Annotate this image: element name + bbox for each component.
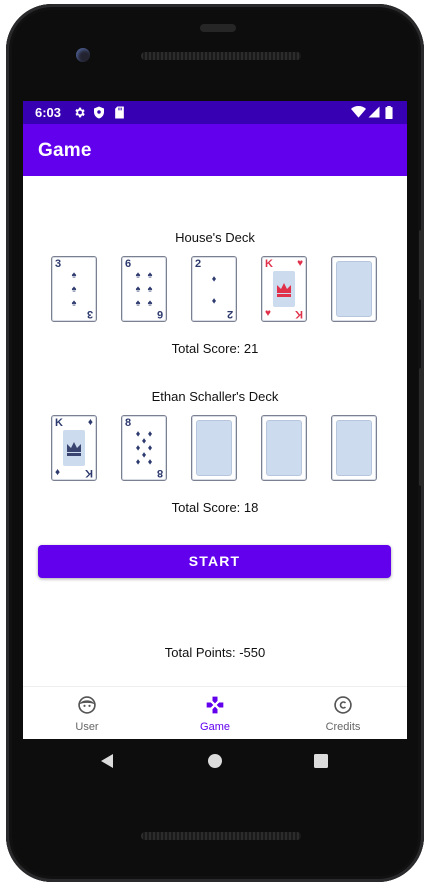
playing-card: 3 3 ♠ ♠ ♠ [51, 256, 97, 322]
home-icon[interactable] [207, 753, 223, 769]
volume-button [419, 368, 424, 486]
card-suit: ♦ [87, 417, 93, 428]
playing-card: K K ♥ ♥ [261, 256, 307, 322]
page-title: Game [38, 140, 92, 161]
house-cards-row: 3 3 ♠ ♠ ♠ 6 6 ♠ ♠ ♠ ♠ ♠ ♠ 2 2 ♦ ♦ K K ♥ ♥ [51, 256, 381, 322]
card-rank: 8 [156, 467, 163, 479]
card-pip: ♦ [135, 456, 141, 467]
player-cards-row: K K ♦ ♦ 8 8 ♦ ♦ ♦ ♦ ♦ ♦ ♦ ♦ [51, 415, 381, 481]
card-pip: ♦ [141, 449, 147, 460]
card-pip: ♦ [135, 428, 141, 439]
face-card-art [63, 430, 85, 466]
nav-item-credits[interactable]: Credits [279, 687, 407, 739]
card-rank: 6 [125, 258, 132, 270]
nav-item-game[interactable]: Game [151, 687, 279, 739]
copyright-icon [334, 696, 352, 714]
card-rank: 2 [195, 258, 202, 270]
card-back [331, 415, 377, 481]
card-suit: ♥ [297, 258, 303, 269]
sd-card-icon [115, 106, 124, 119]
card-back-pattern [266, 420, 302, 476]
back-icon[interactable] [99, 753, 115, 769]
recents-icon[interactable] [313, 753, 329, 769]
card-rank: K [55, 417, 63, 429]
card-suit: ♥ [265, 308, 271, 319]
signal-icon [368, 106, 380, 118]
card-pip: ♦ [147, 442, 153, 453]
house-deck-label: House's Deck [175, 230, 255, 245]
wifi-icon [351, 106, 366, 118]
card-rank: 2 [226, 308, 233, 320]
card-pip: ♦ [135, 442, 141, 453]
card-pip: ♠ [147, 283, 153, 294]
playing-card: 6 6 ♠ ♠ ♠ ♠ ♠ ♠ [121, 256, 167, 322]
card-rank: K [295, 308, 303, 320]
card-pip: ♠ [135, 297, 141, 308]
card-pip: ♠ [71, 297, 77, 308]
card-rank: 3 [55, 258, 62, 270]
power-button [419, 230, 424, 300]
nav-label-user: User [75, 721, 99, 733]
card-rank: 3 [86, 308, 93, 320]
playing-card: 2 2 ♦ ♦ [191, 256, 237, 322]
card-back-pattern [196, 420, 232, 476]
app-screen: 6:03 Game House's Deck 3 3 ♠ ♠ ♠ 6 6 ♠ ♠ ♠ ♠ ♠ ♠ 2 2 ♦ ♦… [23, 101, 407, 739]
card-back [191, 415, 237, 481]
system-navigation-bar [23, 739, 407, 785]
start-button[interactable]: START [38, 545, 391, 578]
card-pip: ♦ [147, 428, 153, 439]
nav-label-game: Game [200, 721, 230, 733]
front-camera [76, 48, 90, 62]
shield-icon [94, 106, 104, 119]
nav-label-credits: Credits [325, 721, 361, 733]
top-speaker [141, 52, 301, 60]
card-pip: ♠ [135, 283, 141, 294]
app-bar: Game [23, 124, 407, 176]
status-time: 6:03 [35, 105, 62, 120]
playing-card: 8 8 ♦ ♦ ♦ ♦ ♦ ♦ ♦ ♦ [121, 415, 167, 481]
settings-icon [75, 107, 85, 118]
bottom-navigation: User Game Credits [23, 686, 407, 739]
card-pip: ♠ [71, 283, 77, 294]
card-pip: ♦ [211, 295, 217, 306]
card-pip: ♦ [147, 456, 153, 467]
earpiece [200, 24, 236, 32]
player-deck-label: Ethan Schaller's Deck [151, 389, 279, 404]
card-rank: 6 [156, 308, 163, 320]
card-back-pattern [336, 420, 372, 476]
house-score: Total Score: 21 [171, 341, 259, 356]
nav-item-user[interactable]: User [23, 687, 151, 739]
card-rank: K [85, 467, 93, 479]
card-pip: ♦ [211, 273, 217, 284]
battery-icon [385, 106, 393, 119]
face-card-art [273, 271, 295, 307]
card-suit: ♦ [55, 467, 61, 478]
card-pip: ♠ [147, 297, 153, 308]
card-pip: ♦ [141, 435, 147, 446]
card-back-pattern [336, 261, 372, 317]
playing-card: K K ♦ ♦ [51, 415, 97, 481]
card-rank: K [265, 258, 273, 270]
bottom-speaker [141, 832, 301, 840]
card-pip: ♠ [147, 269, 153, 280]
face-icon [78, 696, 96, 714]
card-back [331, 256, 377, 322]
card-back [261, 415, 307, 481]
total-points: Total Points: -550 [164, 645, 266, 660]
card-rank: 8 [125, 417, 132, 429]
gamepad-icon [206, 696, 224, 714]
player-score: Total Score: 18 [171, 500, 259, 515]
card-pip: ♠ [135, 269, 141, 280]
status-bar: 6:03 [23, 101, 407, 124]
card-pip: ♠ [71, 269, 77, 280]
